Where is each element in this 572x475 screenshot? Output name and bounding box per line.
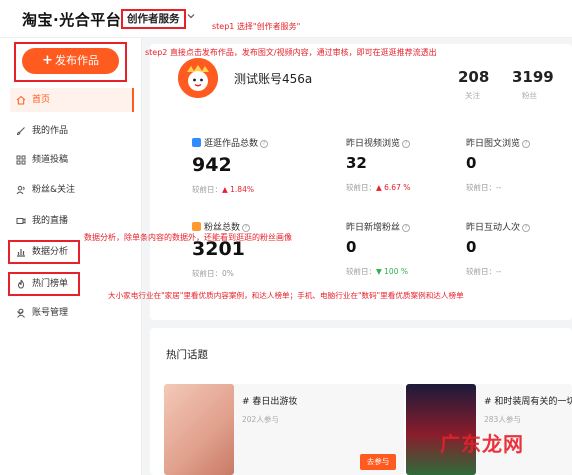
metric-value: 0 xyxy=(466,238,477,256)
sidebar-item-home[interactable]: 首页 xyxy=(10,88,134,112)
publish-highlight: + 发布作品 xyxy=(14,42,127,82)
help-icon[interactable]: ? xyxy=(522,140,531,148)
sidebar-item-label: 粉丝&关注 xyxy=(32,185,76,195)
fans-count[interactable]: 3199 xyxy=(512,68,554,86)
platform-logo[interactable]: 淘宝·光合平台 xyxy=(22,9,121,30)
overview-card: 测试账号456a 208 关注 3199 粉丝 逛逛作品总数? 942 较前日：… xyxy=(150,44,572,320)
account-name: 测试账号456a xyxy=(234,72,313,86)
sidebar-item-channel-submit[interactable]: 频道投稿 xyxy=(10,148,134,172)
step2-annotation: step2 直接点击发布作品，发布图文/视频内容，通过审核，即可在逛逛推荐流透出 xyxy=(145,48,437,57)
metric-value: 942 xyxy=(192,154,232,176)
metric-compare: 较前日：-- xyxy=(466,183,502,192)
sidebar-item-account-manage[interactable]: 账号管理 xyxy=(10,301,134,325)
topic-name: # 和时装周有关的一切 xyxy=(484,397,572,407)
metric-title: 逛逛作品总数? xyxy=(192,136,269,149)
brush-icon xyxy=(16,127,25,136)
trend-up-icon: ▲ xyxy=(376,183,385,192)
avatar[interactable] xyxy=(178,58,218,98)
join-button[interactable]: 去参与 xyxy=(360,454,396,470)
grid-icon xyxy=(16,155,26,165)
sidebar-item-label: 账号管理 xyxy=(32,308,69,318)
data-analysis-annotation: 数据分析，除单条内容的数据外，还能看到逛逛的粉丝画像 xyxy=(84,233,292,242)
chevron-down-icon[interactable] xyxy=(186,11,196,21)
sidebar-item-hot-list[interactable]: 热门榜单 xyxy=(8,272,80,296)
publish-label: 发布作品 xyxy=(54,54,99,67)
help-icon[interactable]: ? xyxy=(402,140,411,148)
metric-compare: 较前日：▲ 1.84% xyxy=(192,185,254,194)
sidebar-item-data-analysis[interactable]: 数据分析 xyxy=(8,240,80,264)
fans-icon xyxy=(192,222,201,231)
metric-value: 32 xyxy=(346,154,367,172)
sidebar-item-label: 我的直播 xyxy=(32,216,69,226)
following-label: 关注 xyxy=(465,91,480,100)
section-title: 热门话题 xyxy=(166,349,208,361)
metric-title: 昨日图文浏览? xyxy=(466,136,531,149)
top-bar: 淘宝·光合平台 创作者服务 step1 选择"创作者服务" xyxy=(0,0,572,38)
sidebar-item-label: 数据分析 xyxy=(32,247,69,257)
following-count[interactable]: 208 xyxy=(458,68,489,86)
metric-compare: 较前日：-- xyxy=(466,267,502,276)
watermark: 广东龙网 xyxy=(440,432,524,456)
sidebar-item-fans-follow[interactable]: 粉丝&关注 xyxy=(10,178,134,202)
help-icon[interactable]: ? xyxy=(522,224,531,232)
help-icon[interactable]: ? xyxy=(260,140,269,148)
metric-title: 昨日新增粉丝? xyxy=(346,220,411,233)
topic-image xyxy=(164,384,234,475)
help-icon[interactable]: ? xyxy=(242,224,251,232)
metric-value: 0 xyxy=(466,154,477,172)
works-icon xyxy=(192,138,201,147)
trend-up-icon: ▲ xyxy=(222,185,231,194)
sidebar-item-label: 频道投稿 xyxy=(32,155,69,165)
metric-value: 0 xyxy=(346,238,357,256)
metric-compare: 较前日：▼ 100 % xyxy=(346,267,408,276)
sidebar-item-my-works[interactable]: 我的作品 xyxy=(10,119,134,143)
metric-compare: 较前日：0% xyxy=(192,269,234,278)
sidebar-item-label: 热门榜单 xyxy=(32,279,69,289)
users-icon xyxy=(16,185,25,195)
chevron-down-icon xyxy=(17,311,23,315)
metric-title: 昨日视频浏览? xyxy=(346,136,411,149)
creator-service-button[interactable]: 创作者服务 xyxy=(121,9,186,29)
sidebar-item-label: 首页 xyxy=(32,95,51,105)
sidebar: + 发布作品 首页 我的作品 频道投稿 粉丝&关注 我的直播 数据分析 热门榜单 … xyxy=(0,38,142,475)
home-icon xyxy=(16,95,26,105)
flame-icon xyxy=(17,279,25,289)
hot-list-annotation: 大小家电行业在"家居"里看优质内容案例，和达人榜单；手机、电脑行业在"数码"里看… xyxy=(108,291,464,300)
topic-count: 283人参与 xyxy=(484,415,521,424)
publish-button[interactable]: + 发布作品 xyxy=(22,48,119,74)
topic-count: 202人参与 xyxy=(242,415,279,424)
topic-card[interactable]: # 春日出游妆 202人参与 去参与 xyxy=(164,384,404,475)
sidebar-item-my-live[interactable]: 我的直播 xyxy=(10,209,134,233)
metric-compare: 较前日：▲ 6.67 % xyxy=(346,183,411,192)
video-icon xyxy=(16,218,26,224)
help-icon[interactable]: ? xyxy=(402,224,411,232)
step1-annotation: step1 选择"创作者服务" xyxy=(212,22,301,31)
trend-down-icon: ▼ xyxy=(376,267,385,276)
fans-label: 粉丝 xyxy=(522,91,537,100)
sidebar-item-label: 我的作品 xyxy=(32,126,69,136)
bar-chart-icon xyxy=(17,249,25,257)
plus-icon: + xyxy=(42,53,53,68)
mascot-icon xyxy=(178,58,218,98)
topic-name: # 春日出游妆 xyxy=(242,397,298,407)
metric-title: 昨日互动人次? xyxy=(466,220,531,233)
